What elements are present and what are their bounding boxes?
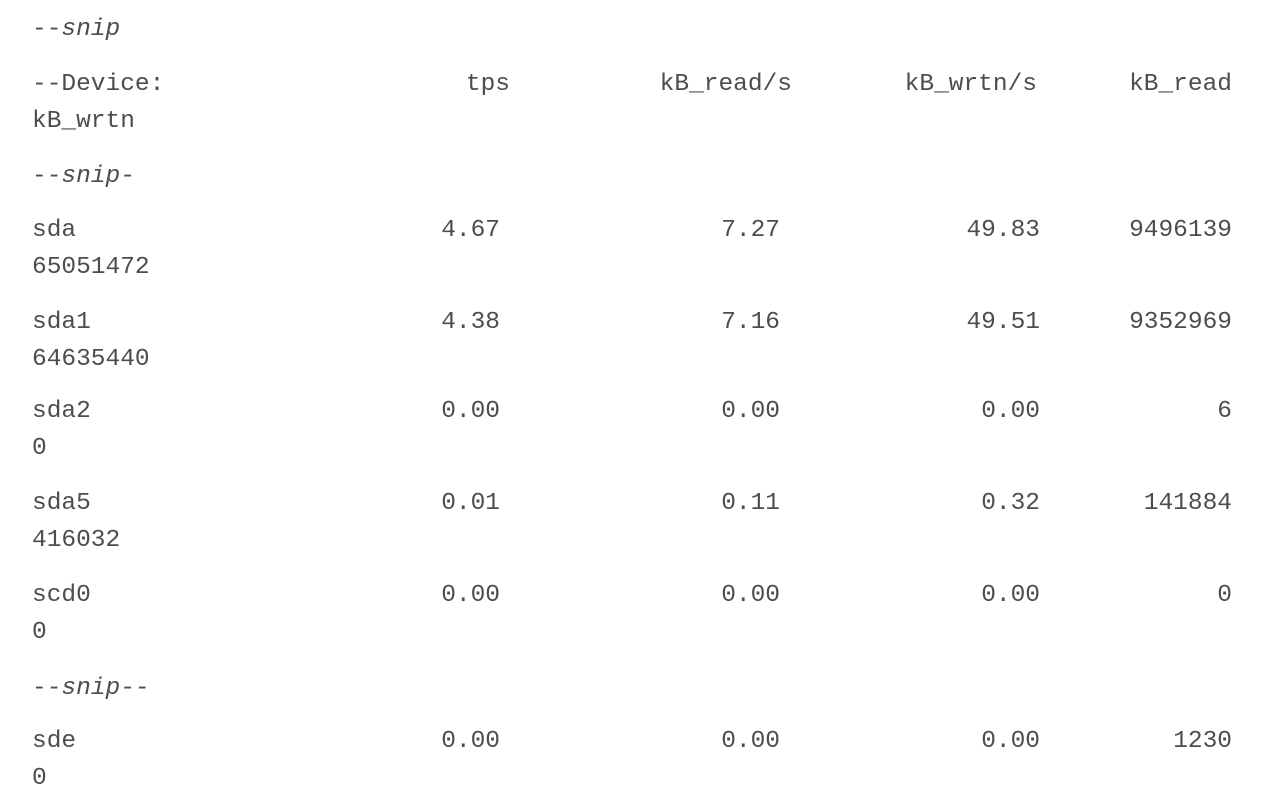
table-row: sda2 0.00 0.00 0.00 6 0: [32, 398, 1232, 462]
tps-value: 0.00: [441, 728, 500, 755]
kb-read-value: 6: [1217, 398, 1232, 425]
tps-value: 4.67: [441, 217, 500, 244]
kb-wrtn-s-value: 0.32: [981, 490, 1040, 517]
kb-wrtn-s-value: 0.00: [981, 728, 1040, 755]
kb-wrtn-value: 0: [32, 765, 47, 792]
tps-value: 0.00: [441, 582, 500, 609]
snip-marker-bottom: --snip--: [32, 675, 150, 703]
device-name: sda1: [32, 309, 91, 336]
header-device: --Device:: [32, 71, 165, 98]
device-name: sda5: [32, 490, 91, 517]
header-kb-wrtn-s: kB_wrtn/s: [904, 71, 1037, 98]
snip-dash: --: [32, 16, 62, 43]
kb-wrtn-value: 0: [32, 619, 47, 646]
snip-word: snip: [61, 163, 121, 190]
snip-dash: -: [120, 163, 135, 190]
snip-word: snip: [61, 675, 121, 702]
kb-wrtn-value: 0: [32, 435, 47, 462]
header-kb-read: kB_read: [1129, 71, 1232, 98]
kb-read-s-value: 0.00: [721, 398, 780, 425]
kb-wrtn-s-value: 49.83: [966, 217, 1040, 244]
snip-dash: --: [120, 675, 150, 702]
table-row: sda 4.67 7.27 49.83 9496139 65051472: [32, 217, 1232, 281]
kb-read-s-value: 0.11: [721, 490, 780, 517]
kb-wrtn-s-value: 0.00: [981, 398, 1040, 425]
device-name: sda: [32, 217, 77, 244]
kb-wrtn-s-value: 0.00: [981, 582, 1040, 609]
kb-read-s-value: 0.00: [721, 582, 780, 609]
tps-value: 0.00: [441, 398, 500, 425]
kb-read-value: 1230: [1173, 728, 1232, 755]
table-row: sde 0.00 0.00 0.00 1230 0: [32, 728, 1232, 792]
device-name: scd0: [32, 582, 91, 609]
snip-dash: --: [32, 675, 62, 702]
tps-value: 0.01: [441, 490, 500, 517]
kb-wrtn-value: 64635440: [32, 346, 150, 373]
kb-read-value: 9496139: [1129, 217, 1232, 244]
kb-read-s-value: 0.00: [721, 728, 780, 755]
table-row: sda5 0.01 0.11 0.32 141884 416032: [32, 490, 1232, 554]
snip-marker-top: --snip: [32, 16, 120, 44]
snip-marker-mid: --snip-: [32, 163, 135, 191]
kb-wrtn-value: 65051472: [32, 254, 150, 281]
device-name: sde: [32, 728, 77, 755]
kb-wrtn-value: 416032: [32, 527, 121, 554]
header-tps: tps: [465, 71, 510, 98]
snip-word: snip: [61, 16, 121, 43]
kb-read-value: 9352969: [1129, 309, 1232, 336]
header-kb-wrtn: kB_wrtn: [32, 108, 135, 135]
header-kb-read-s: kB_read/s: [659, 71, 792, 98]
tps-value: 4.38: [441, 309, 500, 336]
kb-read-s-value: 7.16: [721, 309, 780, 336]
snip-dash: --: [32, 163, 62, 190]
kb-read-s-value: 7.27: [721, 217, 780, 244]
kb-read-value: 0: [1217, 582, 1232, 609]
device-name: sda2: [32, 398, 91, 425]
table-row: sda1 4.38 7.16 49.51 9352969 64635440: [32, 309, 1232, 373]
kb-wrtn-s-value: 49.51: [966, 309, 1040, 336]
table-row: scd0 0.00 0.00 0.00 0 0: [32, 582, 1232, 646]
kb-read-value: 141884: [1143, 490, 1232, 517]
header-row: --Device: tps kB_read/s kB_wrtn/s kB_rea…: [32, 71, 1232, 135]
